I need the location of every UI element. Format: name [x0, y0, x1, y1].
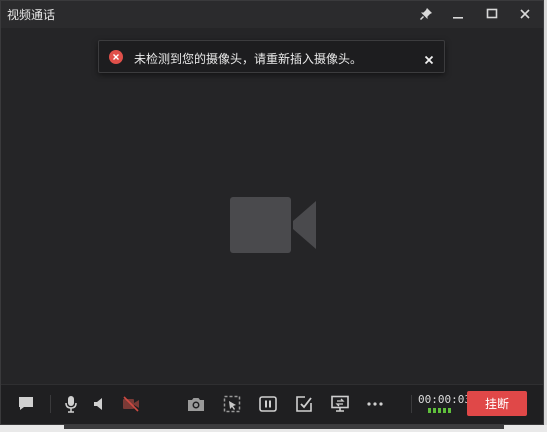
camera-error-toast: 未检测到您的摄像头，请重新插入摄像头。 — [98, 40, 445, 73]
chat-icon — [19, 397, 33, 410]
more-button[interactable] — [363, 393, 387, 415]
whiteboard-icon — [296, 396, 312, 412]
close-icon — [424, 55, 434, 65]
error-icon — [109, 50, 123, 64]
screen-share-icon — [331, 395, 349, 412]
hangup-button[interactable]: 挂断 — [467, 391, 527, 416]
close-icon — [520, 9, 530, 19]
snapshot-icon — [188, 398, 204, 411]
toast-message: 未检测到您的摄像头，请重新插入摄像头。 — [134, 52, 363, 66]
pin-button[interactable] — [414, 4, 438, 24]
speaker-button[interactable] — [88, 393, 112, 415]
screen-select-button[interactable] — [220, 393, 244, 415]
minimize-icon — [453, 17, 463, 19]
camera-off-icon — [123, 396, 139, 412]
microphone-icon — [65, 396, 77, 413]
toolbar-divider — [411, 395, 412, 413]
maximize-button[interactable] — [480, 4, 504, 24]
toast-close-button[interactable] — [423, 51, 435, 65]
camera-toggle-button[interactable] — [119, 393, 143, 415]
background-window-edge — [64, 425, 504, 429]
microphone-button[interactable] — [59, 393, 83, 415]
screen-select-icon — [223, 395, 241, 413]
call-timer: 00:00:03 — [418, 393, 471, 406]
signal-strength-icon — [428, 408, 451, 413]
pause-button[interactable] — [256, 393, 280, 415]
video-call-window: 视频通话 未检测到您的摄像头，请重新插入摄像头。 00:00:03 挂断 — [0, 0, 544, 425]
minimize-button[interactable] — [446, 4, 470, 24]
call-toolbar: 00:00:03 挂断 — [1, 384, 543, 424]
more-icon — [367, 402, 383, 406]
whiteboard-button[interactable] — [292, 393, 316, 415]
maximize-icon — [486, 8, 498, 19]
toolbar-divider — [50, 395, 51, 413]
video-camera-icon — [230, 197, 316, 253]
title-bar[interactable]: 视频通话 — [1, 1, 543, 28]
pin-icon — [419, 8, 432, 21]
window-title: 视频通话 — [7, 8, 56, 22]
chat-button[interactable] — [14, 393, 38, 415]
snapshot-button[interactable] — [184, 393, 208, 415]
pause-icon — [259, 396, 277, 412]
screen-share-button[interactable] — [328, 393, 352, 415]
speaker-icon — [94, 398, 102, 410]
close-button[interactable] — [513, 4, 537, 24]
